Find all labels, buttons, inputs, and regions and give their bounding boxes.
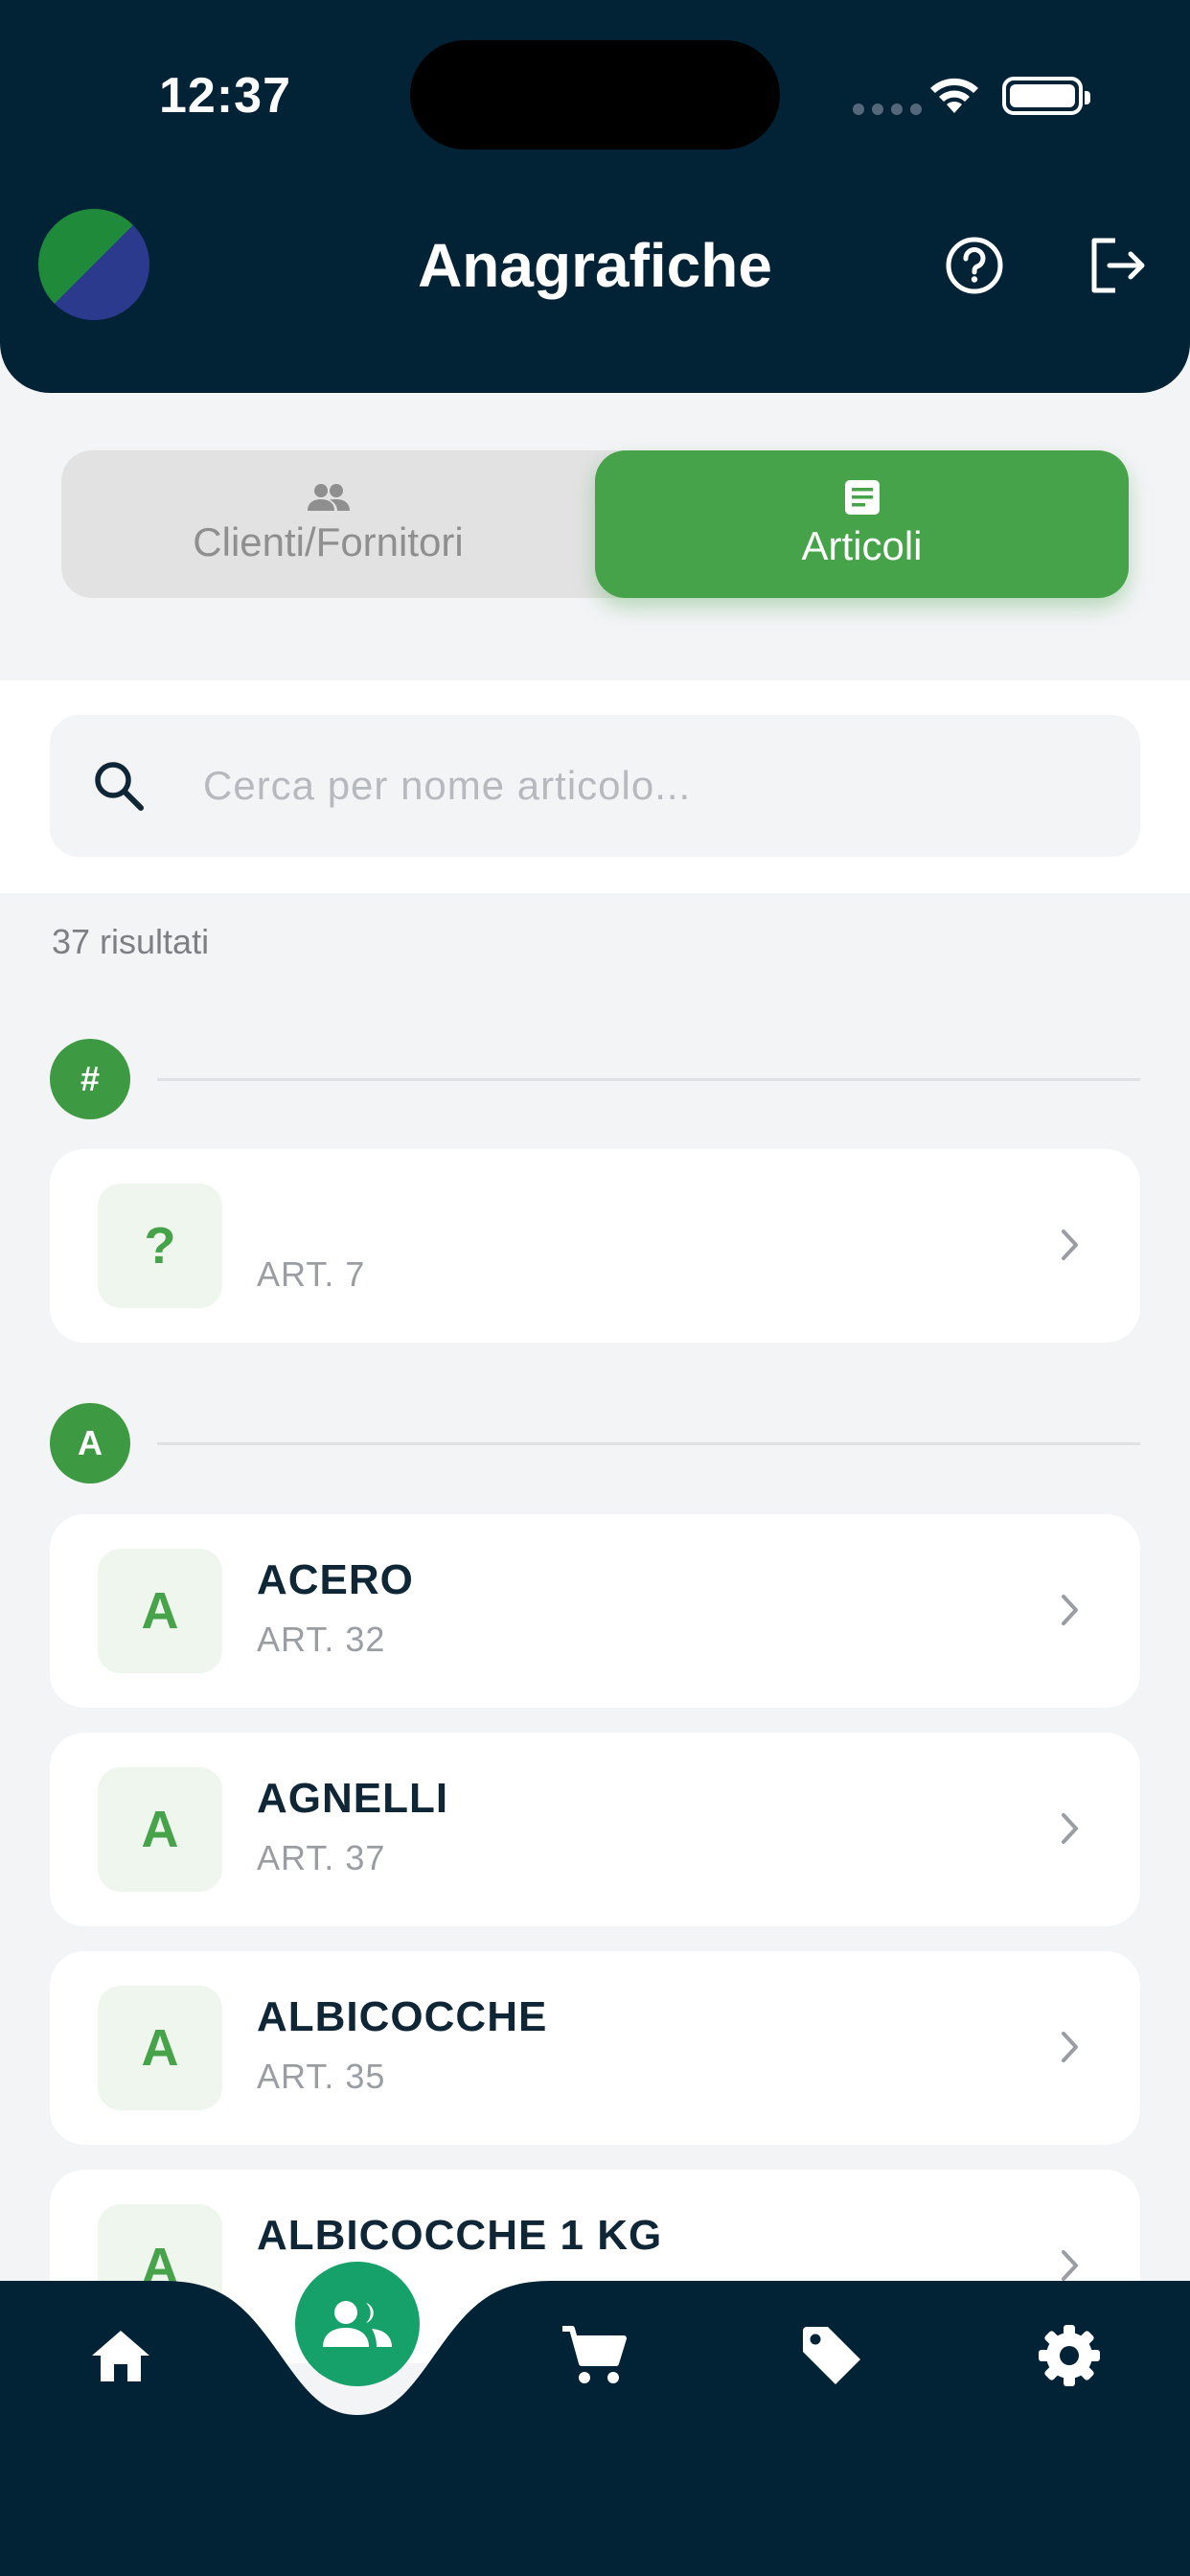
article-icon xyxy=(844,480,880,515)
section-letter-badge: # xyxy=(50,1039,130,1119)
search-bar[interactable] xyxy=(50,715,1140,857)
dynamic-island xyxy=(410,40,780,150)
item-initial-avatar: A xyxy=(98,1986,222,2110)
home-icon xyxy=(92,2331,149,2381)
settings-icon xyxy=(1039,2325,1100,2386)
item-code: ART. 35 xyxy=(257,2057,386,2096)
nav-tags[interactable] xyxy=(793,2317,870,2394)
item-code: ART. 37 xyxy=(257,1838,386,1877)
item-initial-avatar: A xyxy=(98,1549,222,1673)
app-header: 12:37 Anagrafiche xyxy=(0,0,1190,393)
list-item[interactable]: ? ART. 7 xyxy=(50,1149,1140,1343)
tab-bar-area: Clienti/Fornitori Articoli xyxy=(0,393,1190,680)
item-name: AGNELLI xyxy=(257,1775,449,1822)
chevron-right-icon xyxy=(1062,1813,1078,1844)
section-divider xyxy=(157,1442,1140,1445)
tab-clienti-fornitori[interactable]: Clienti/Fornitori xyxy=(61,450,595,598)
section-divider xyxy=(157,1078,1140,1081)
nav-anagrafiche[interactable] xyxy=(295,2262,420,2386)
cellular-signal-icon xyxy=(853,104,922,115)
list-item[interactable]: A ALBICOCCHE ART. 35 xyxy=(50,1951,1140,2145)
list-item[interactable]: A ACERO ART. 32 xyxy=(50,1514,1140,1708)
tab-label: Clienti/Fornitori xyxy=(193,519,464,564)
chevron-right-icon xyxy=(1062,1595,1078,1625)
item-name: ALBICOCCHE 1 KG xyxy=(257,2212,663,2259)
wifi-icon xyxy=(930,78,978,113)
item-name: ALBICOCCHE xyxy=(257,1993,548,2040)
status-time: 12:37 xyxy=(159,68,291,124)
item-code: ART. 32 xyxy=(257,1620,386,1659)
page-title: Anagrafiche xyxy=(418,231,772,300)
results-count: 37 risultati xyxy=(52,922,210,961)
people-icon xyxy=(323,2301,392,2347)
nav-cart[interactable] xyxy=(556,2317,632,2394)
tab-articoli[interactable]: Articoli xyxy=(595,450,1129,598)
section-header: # xyxy=(50,1039,1140,1119)
chevron-right-icon xyxy=(1062,2032,1078,2062)
item-code: ART. 7 xyxy=(257,1254,366,1294)
segmented-control: Clienti/Fornitori Articoli xyxy=(61,450,1129,598)
help-icon[interactable] xyxy=(945,236,1004,295)
search-icon xyxy=(95,762,144,811)
nav-home[interactable] xyxy=(82,2317,159,2394)
chevron-right-icon xyxy=(1062,1230,1078,1260)
people-icon xyxy=(307,484,350,511)
section-letter-badge: A xyxy=(50,1403,130,1484)
chevron-right-icon xyxy=(1062,2250,1078,2281)
tab-label: Articoli xyxy=(801,523,923,568)
list-item[interactable]: A AGNELLI ART. 37 xyxy=(50,1733,1140,1926)
section-header: A xyxy=(50,1403,1140,1484)
search-input[interactable] xyxy=(203,715,1104,857)
search-area xyxy=(0,680,1190,893)
item-initial-avatar: ? xyxy=(98,1184,222,1308)
battery-icon xyxy=(1002,77,1090,115)
item-initial-avatar: A xyxy=(98,1767,222,1892)
tag-icon xyxy=(803,2327,860,2384)
item-name: ACERO xyxy=(257,1556,414,1603)
nav-settings[interactable] xyxy=(1031,2317,1108,2394)
logout-icon[interactable] xyxy=(1087,236,1148,295)
cart-icon xyxy=(562,2326,627,2383)
